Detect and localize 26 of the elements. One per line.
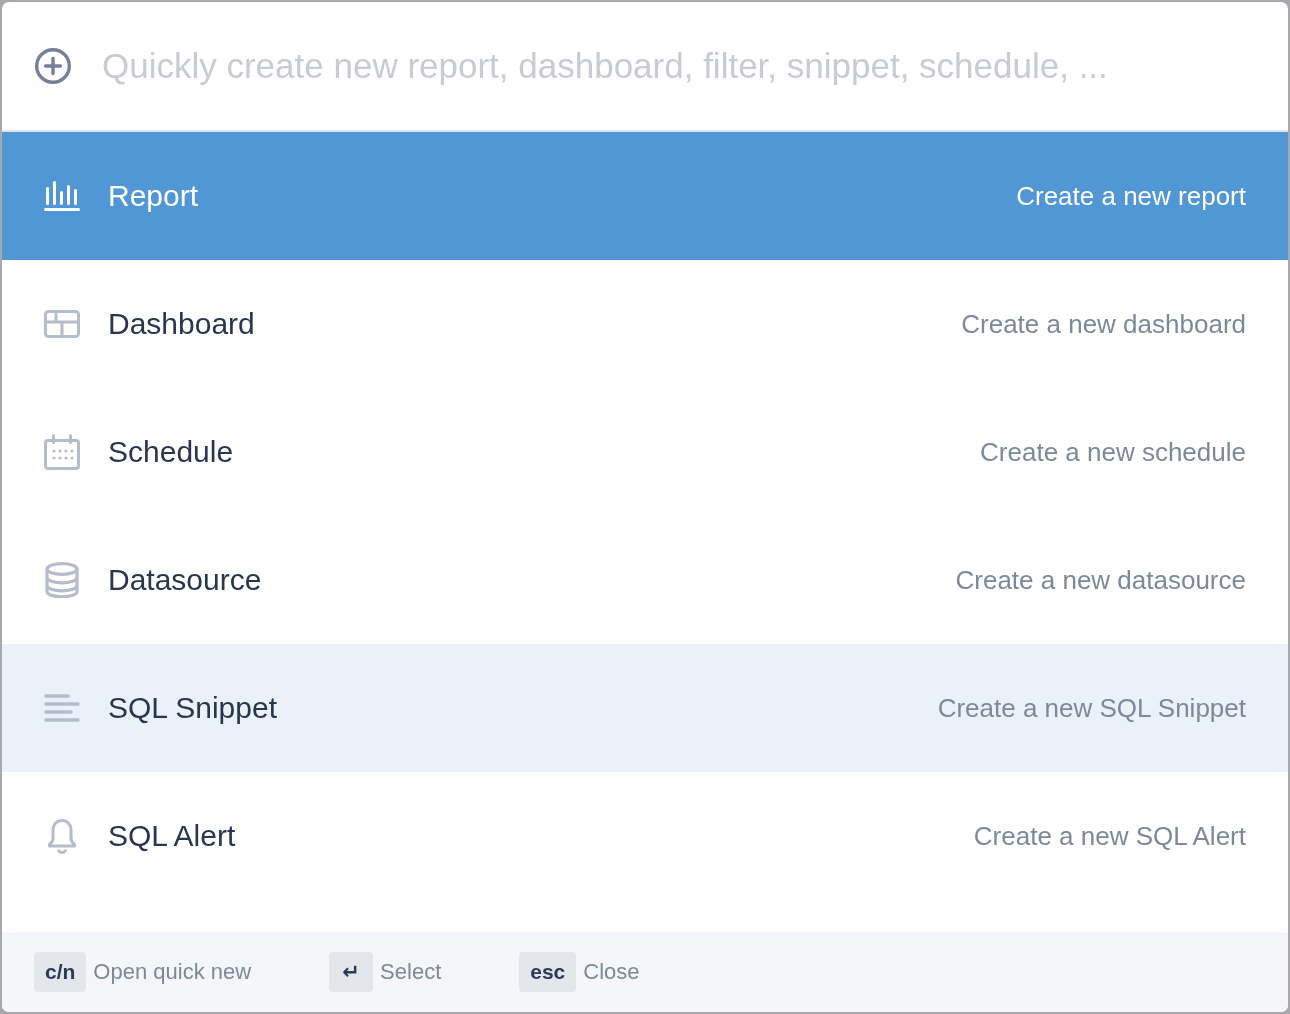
item-title: Dashboard: [108, 307, 255, 341]
item-title: SQL Snippet: [108, 691, 277, 725]
shortcut-label: Close: [583, 959, 640, 985]
item-description: Create a new report: [1016, 180, 1246, 212]
shortcut-label: Select: [380, 959, 442, 985]
item-title: SQL Alert: [108, 819, 236, 853]
shortcut-label: Open quick new: [93, 959, 252, 985]
database-icon: [45, 562, 79, 598]
item-description: Create a new SQL Alert: [973, 820, 1246, 852]
item-description: Create a new datasource: [955, 564, 1246, 596]
dashboard-layout-icon: [44, 310, 80, 338]
add-circle-icon: [34, 47, 72, 85]
bar-chart-icon: [44, 181, 80, 211]
item-title: Report: [108, 179, 199, 213]
text-lines-icon: [44, 693, 80, 723]
item-description: Create a new dashboard: [961, 308, 1246, 340]
item-title: Schedule: [108, 435, 234, 469]
item-title: Datasource: [108, 563, 262, 597]
keyboard-key: ↵: [329, 952, 374, 992]
item-description: Create a new SQL Snippet: [937, 692, 1246, 724]
calendar-icon: [44, 434, 80, 470]
item-description: Create a new schedule: [980, 436, 1246, 468]
keyboard-key: esc: [519, 952, 577, 992]
keyboard-key: c/n: [34, 952, 87, 992]
bell-icon: [47, 818, 77, 854]
menu-item[interactable]: SQL Snippet Create a new SQL Snippet: [2, 644, 1288, 772]
